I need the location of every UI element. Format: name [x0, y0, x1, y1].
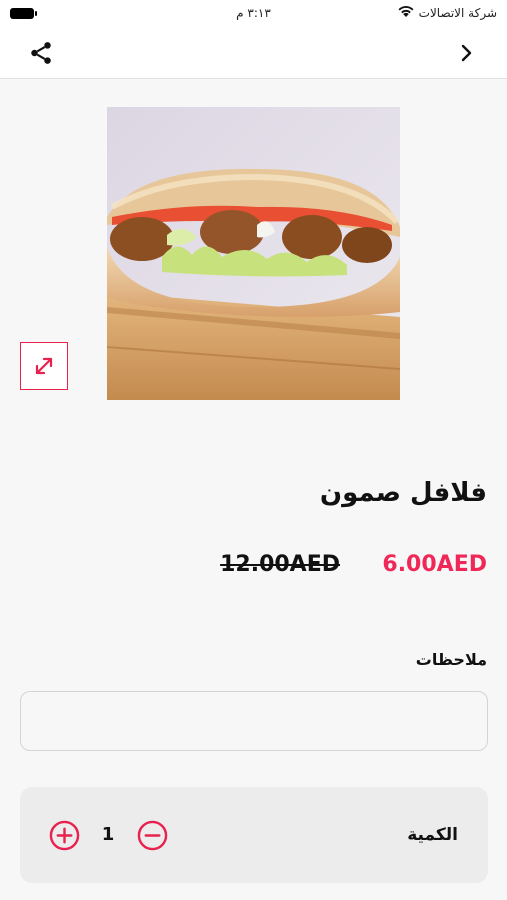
notes-label: ملاحظات — [415, 650, 487, 669]
expand-icon — [35, 357, 53, 375]
quantity-label: الكمية — [407, 825, 458, 845]
plus-circle-icon[interactable] — [49, 820, 80, 851]
expand-image-button[interactable] — [20, 342, 68, 390]
product-title: فلافل صمون — [319, 478, 487, 508]
battery-icon — [10, 8, 37, 19]
current-price: 6.00AED — [382, 552, 487, 577]
status-bar: ٣:١٣ م شركة الاتصالات — [0, 0, 507, 30]
share-icon[interactable] — [28, 40, 54, 66]
quantity-stepper: 1 الكمية — [20, 787, 488, 883]
original-price: 12.00AED — [220, 552, 340, 577]
falafel-sandwich-image — [107, 107, 400, 400]
carrier-name: شركة الاتصالات — [418, 6, 497, 20]
wifi-icon — [398, 6, 414, 17]
notes-input[interactable] — [20, 691, 488, 751]
nav-bar — [0, 30, 507, 79]
chevron-right-icon[interactable] — [457, 43, 477, 63]
product-image[interactable] — [107, 107, 400, 400]
minus-circle-icon[interactable] — [137, 820, 168, 851]
status-time: ٣:١٣ م — [236, 6, 271, 20]
quantity-value: 1 — [101, 824, 115, 845]
